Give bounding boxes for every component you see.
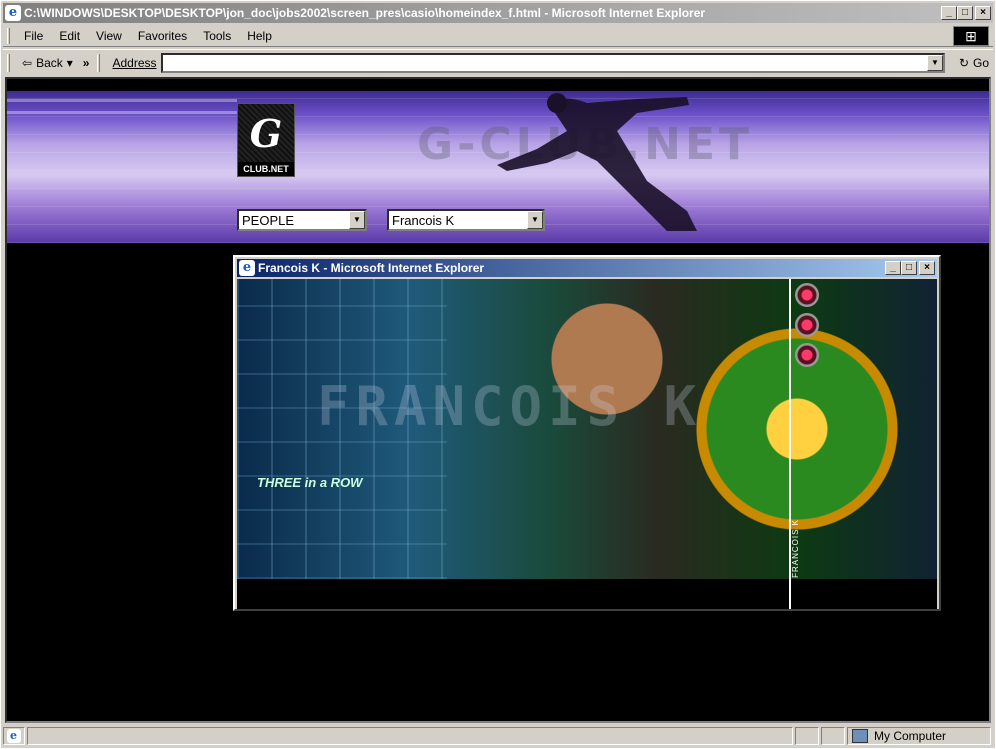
maximize-button[interactable]: □ (957, 6, 973, 20)
toolbar-grip[interactable] (7, 53, 10, 72)
chevron-down-icon[interactable]: ▼ (349, 211, 365, 229)
address-field[interactable]: ▼ (160, 52, 945, 73)
photo-row-text: THREE in a ROW (257, 475, 363, 490)
window-title: C:\WINDOWS\DESKTOP\DESKTOP\jon_doc\jobs2… (24, 6, 706, 20)
status-pane-empty-1 (795, 727, 819, 745)
logo-glyph: G (238, 104, 294, 162)
minimize-button[interactable]: _ (885, 261, 901, 275)
person-select-value: Francois K (392, 212, 455, 228)
popup-window: e Francois K - Microsoft Internet Explor… (233, 255, 941, 611)
person-select[interactable]: Francois K ▼ (387, 209, 545, 231)
chevron-down-icon[interactable]: ▼ (527, 211, 543, 229)
status-bar: e My Computer (3, 725, 993, 747)
site-banner: G-CLUB.NET G CLUB.NET PEOPLE ▼ Francois … (7, 91, 989, 243)
back-button[interactable]: ⇦ Back ▾ (16, 56, 79, 70)
status-text-pane (27, 727, 793, 745)
menu-help[interactable]: Help (239, 29, 280, 43)
club-logo[interactable]: G CLUB.NET (237, 103, 295, 177)
menu-file[interactable]: File (16, 29, 51, 43)
menu-favorites[interactable]: Favorites (130, 29, 195, 43)
ie-icon[interactable]: e (5, 5, 21, 21)
nav-dot-1[interactable] (795, 283, 819, 307)
vertical-name-label: FRANCOIS K (791, 519, 800, 578)
photo-ghost-text: FRANCOIS K (317, 375, 703, 438)
francois-k-photo: FRANCOIS K THREE in a ROW (237, 279, 937, 579)
address-dropdown-icon[interactable]: ▼ (926, 54, 943, 71)
nav-dot-3[interactable] (795, 343, 819, 367)
go-label: Go (973, 55, 990, 70)
back-arrow-icon: ⇦ (22, 55, 33, 70)
menu-tools[interactable]: Tools (195, 29, 239, 43)
toolbar-overflow-chevron[interactable]: » (83, 56, 90, 70)
menu-edit[interactable]: Edit (51, 29, 88, 43)
back-dropdown-icon[interactable]: ▾ (67, 56, 73, 70)
address-label: Address (112, 55, 157, 70)
toolbar-grip[interactable] (7, 27, 10, 44)
menu-view[interactable]: View (88, 29, 130, 43)
standard-toolbar: ⇦ Back ▾ » Address ▼ ↻ Go (3, 49, 993, 75)
category-select-value: PEOPLE (242, 212, 295, 228)
title-bar[interactable]: e C:\WINDOWS\DESKTOP\DESKTOP\jon_doc\job… (3, 3, 993, 23)
status-pane-empty-2 (821, 727, 845, 745)
back-label: Back (36, 55, 63, 70)
browser-window: e C:\WINDOWS\DESKTOP\DESKTOP\jon_doc\job… (0, 0, 996, 749)
my-computer-icon (852, 729, 868, 743)
page-content: G-CLUB.NET G CLUB.NET PEOPLE ▼ Francois … (5, 77, 991, 723)
ie-page-icon: e (6, 729, 21, 743)
windows-logo-icon: ⊞ (953, 26, 989, 46)
status-page-icon-pane: e (3, 727, 25, 745)
zone-pane: My Computer (847, 727, 991, 745)
zone-text: My Computer (874, 729, 947, 743)
popup-title-bar[interactable]: e Francois K - Microsoft Internet Explor… (237, 259, 937, 277)
go-button[interactable]: ↻ Go (955, 56, 993, 70)
menu-bar: File Edit View Favorites Tools Help ⊞ (3, 25, 993, 47)
category-select[interactable]: PEOPLE ▼ (237, 209, 367, 231)
close-button[interactable]: × (975, 6, 991, 20)
minimize-button[interactable]: _ (941, 6, 957, 20)
nav-dots (795, 283, 819, 367)
toolbar-grip[interactable] (97, 53, 101, 72)
popup-window-controls: _ □ × (885, 261, 935, 275)
popup-body: FRANCOIS K THREE in a ROW FRANCOIS K (237, 279, 937, 609)
logo-caption: CLUB.NET (238, 162, 294, 176)
close-button[interactable]: × (919, 261, 935, 275)
banner-stripe (7, 111, 237, 114)
maximize-button[interactable]: □ (901, 261, 917, 275)
popup-title: Francois K - Microsoft Internet Explorer (258, 261, 485, 275)
ie-icon[interactable]: e (239, 260, 255, 276)
window-controls: _ □ × (941, 6, 991, 20)
nav-dot-2[interactable] (795, 313, 819, 337)
banner-stripe (7, 99, 237, 102)
go-arrow-icon: ↻ (958, 55, 969, 70)
